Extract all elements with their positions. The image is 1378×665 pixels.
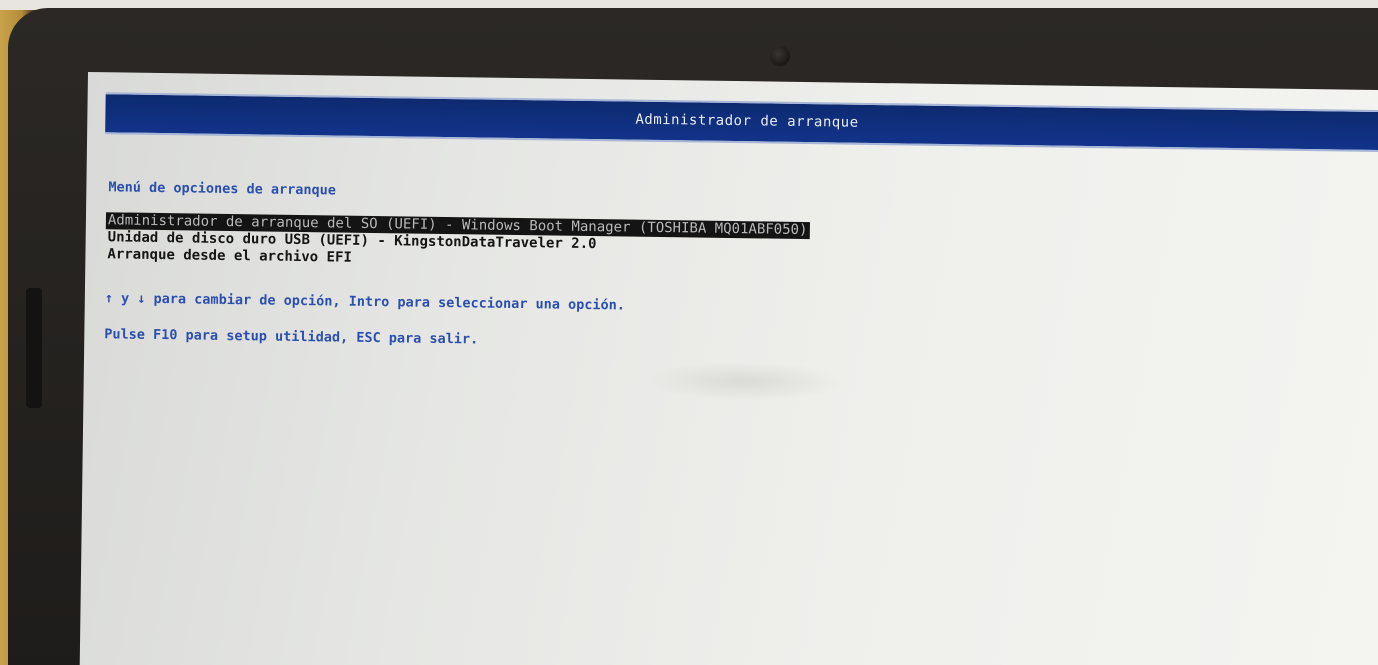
boot-screen: Administrador de arranque Menú de opcion… — [79, 72, 1378, 665]
screen-glare — [643, 359, 845, 403]
navigation-hint: ↑ y ↓ para cambiar de opción, Intro para… — [104, 290, 626, 314]
webcam-icon — [770, 46, 790, 66]
bezel-notch — [26, 288, 42, 408]
menu-heading: Menú de opciones de arranque — [108, 179, 337, 199]
page-title: Administrador de arranque — [635, 111, 859, 131]
exit-hint: Pulse F10 para setup utilidad, ESC para … — [104, 326, 479, 348]
title-bar: Administrador de arranque — [105, 92, 1378, 153]
boot-option-efi-file[interactable]: Arranque desde el archivo EFI — [105, 246, 354, 266]
photo-frame: Administrador de arranque Menú de opcion… — [0, 0, 1378, 665]
